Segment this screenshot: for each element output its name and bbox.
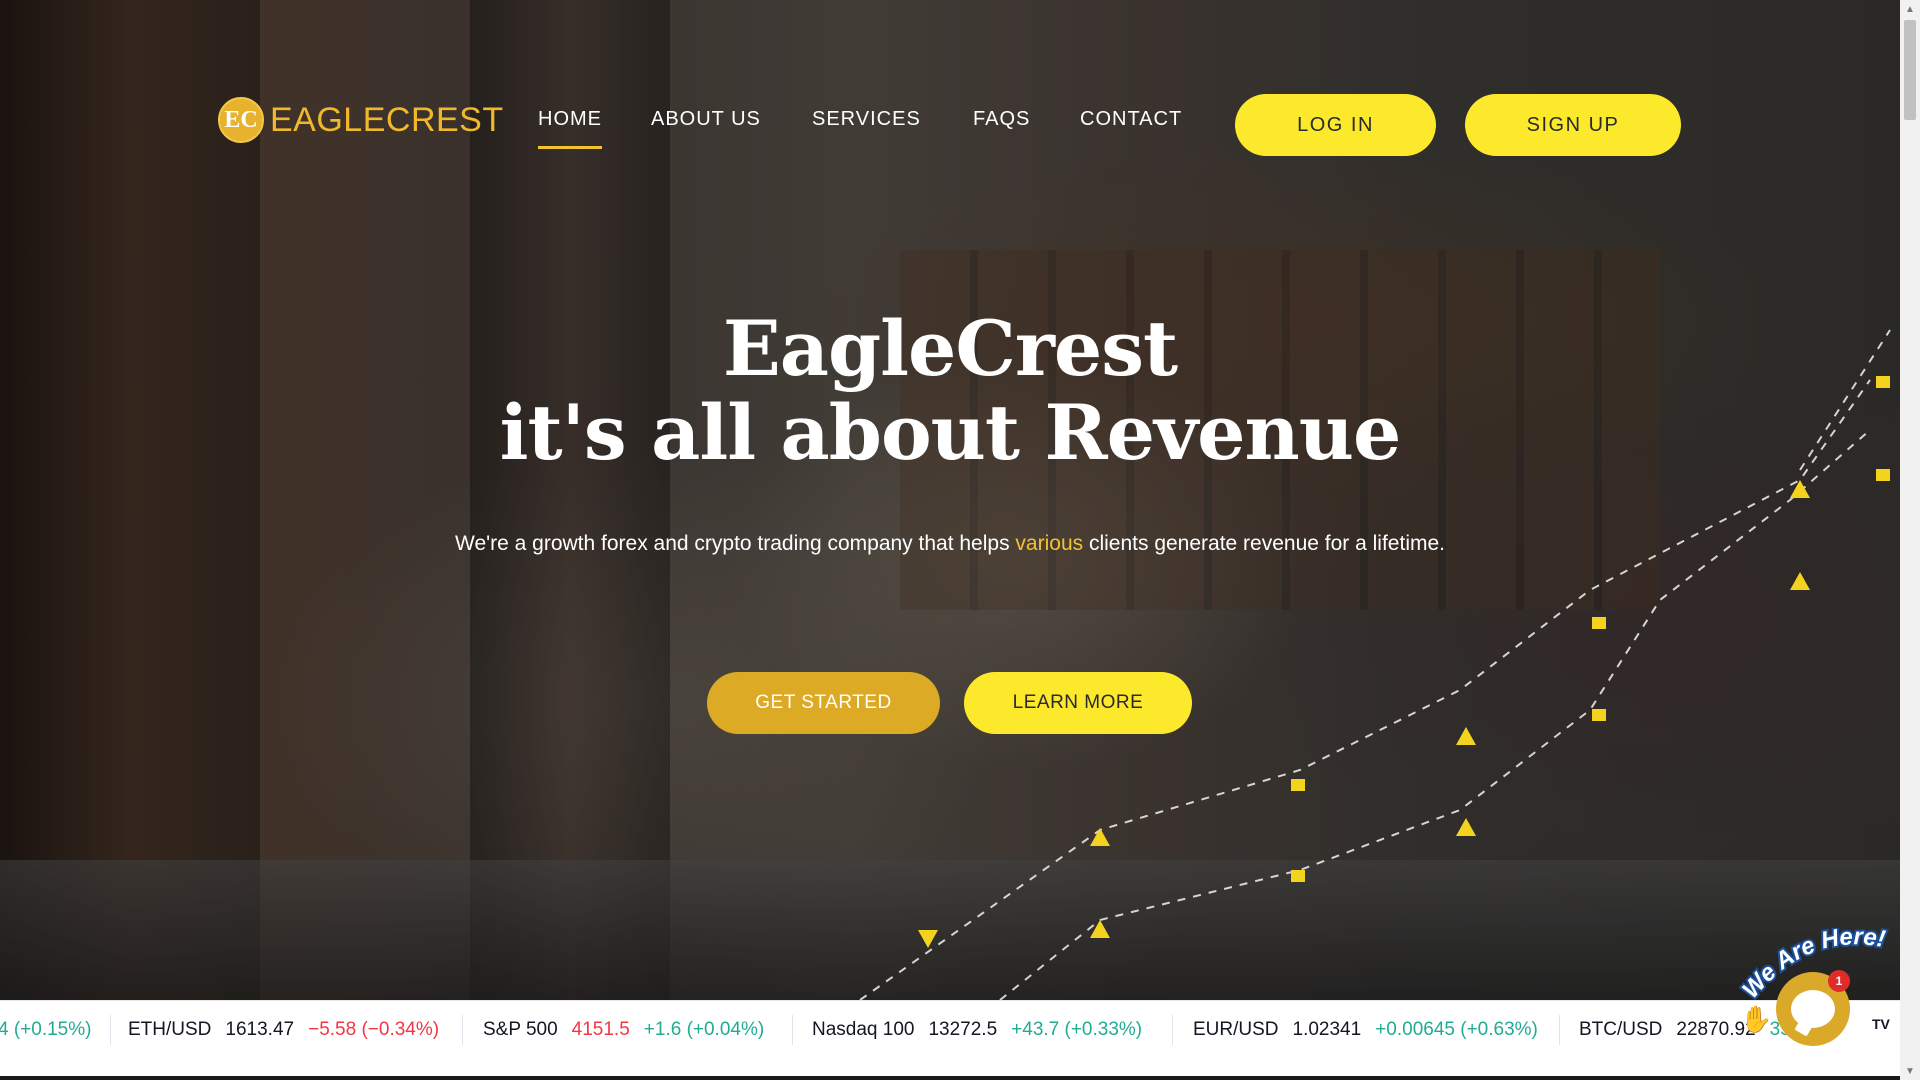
page-scrollbar[interactable]: ▲ ▼	[1900, 0, 1920, 1080]
chat-bubble-icon	[1791, 990, 1835, 1028]
login-button[interactable]: LOG IN	[1235, 94, 1436, 156]
hero-tagline: it's all about Revenue	[499, 388, 1402, 477]
hero-title: EagleCrest	[722, 304, 1178, 393]
waving-hand-icon: ✋	[1740, 1004, 1773, 1034]
ticker-symbol: Nasdaq 100	[812, 1019, 915, 1040]
ticker-divider	[792, 1015, 793, 1045]
logo-badge-icon: EC	[218, 97, 264, 143]
ticker-item[interactable]: EUR/USD 1.02341 +0.00645 (+0.63%)	[1193, 1001, 1538, 1058]
hero-subtitle-text: We're a growth forex and crypto trading …	[455, 532, 1016, 555]
ticker-price: 4151.5	[571, 1019, 630, 1040]
ticker-divider	[1172, 1015, 1173, 1045]
nav-contact[interactable]: CONTACT	[1080, 108, 1182, 131]
hero-subtitle: We're a growth forex and crypto trading …	[0, 532, 1900, 556]
ticker-symbol: BTC/USD	[1579, 1019, 1663, 1040]
scroll-down-arrow-icon[interactable]: ▼	[1900, 1062, 1920, 1080]
ticker-price: 1613.47	[225, 1019, 295, 1040]
ticker-symbol: ETH/USD	[128, 1019, 212, 1040]
ticker-item[interactable]: Nasdaq 100 13272.5 +43.7 (+0.33%)	[812, 1001, 1142, 1058]
learn-more-button[interactable]: LEARN MORE	[964, 672, 1192, 734]
tradingview-logo[interactable]: TV	[1872, 1016, 1890, 1032]
ticker-divider	[462, 1015, 463, 1045]
get-started-button[interactable]: GET STARTED	[707, 672, 940, 734]
ticker-divider	[1559, 1015, 1560, 1045]
ticker-price: 13272.5	[928, 1019, 998, 1040]
brand-name: EAGLECREST	[270, 100, 504, 139]
bottom-border	[0, 1076, 1920, 1080]
brand-logo[interactable]: EC EAGLECREST	[218, 96, 504, 144]
scroll-up-arrow-icon[interactable]: ▲	[1900, 0, 1920, 18]
ticker-item[interactable]: S&P 500 4151.5 +1.6 (+0.04%)	[483, 1001, 764, 1058]
hero-subtitle-text-end: clients generate revenue for a lifetime.	[1083, 532, 1445, 555]
ticker-symbol: EUR/USD	[1193, 1019, 1279, 1040]
scroll-thumb[interactable]	[1904, 20, 1916, 120]
ticker-change: −5.58 (−0.34%)	[308, 1019, 440, 1040]
page-bottom-bar	[0, 1058, 1920, 1080]
hero-subtitle-highlight: various	[1015, 532, 1084, 555]
ticker-price: 1.02341	[1292, 1019, 1362, 1040]
chat-unread-badge: 1	[1828, 970, 1850, 992]
ticker-tape[interactable]: 4 (+0.15%) ETH/USD 1613.47 −5.58 (−0.34%…	[0, 1000, 1900, 1058]
ticker-symbol: S&P 500	[483, 1019, 558, 1040]
nav-faqs[interactable]: FAQS	[973, 108, 1030, 131]
ticker-item[interactable]: 4 (+0.15%)	[0, 1001, 91, 1058]
ticker-change: +43.7 (+0.33%)	[1011, 1019, 1143, 1040]
ticker-item[interactable]: ETH/USD 1613.47 −5.58 (−0.34%)	[128, 1001, 439, 1058]
signup-button[interactable]: SIGN UP	[1465, 94, 1681, 156]
nav-home[interactable]: HOME	[538, 108, 602, 149]
ticker-divider	[110, 1015, 111, 1045]
nav-services[interactable]: SERVICES	[812, 108, 921, 131]
ticker-change: +0.00645 (+0.63%)	[1375, 1019, 1538, 1040]
nav-about-us[interactable]: ABOUT US	[651, 108, 761, 131]
ticker-change: +1.6 (+0.04%)	[643, 1019, 765, 1040]
ticker-change: 4 (+0.15%)	[0, 1019, 92, 1040]
